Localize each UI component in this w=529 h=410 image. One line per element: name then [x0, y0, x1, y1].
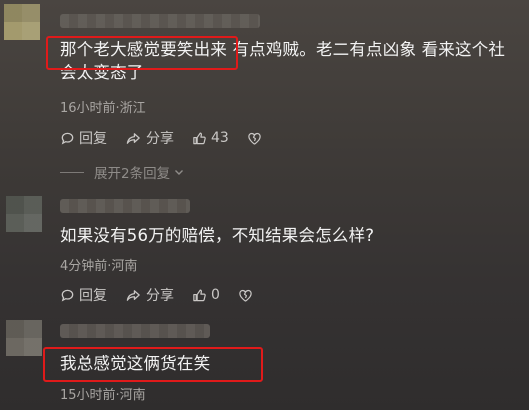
- broken-heart-icon: [248, 132, 261, 145]
- expand-replies-label: 展开2条回复: [94, 166, 171, 182]
- comment-text: 如果没有56万的赔偿，不知结果会怎么样?: [60, 226, 375, 245]
- share-label: 分享: [146, 131, 174, 147]
- share-button[interactable]: 分享: [125, 285, 174, 305]
- avatar[interactable]: [6, 320, 42, 356]
- avatar[interactable]: [4, 4, 40, 40]
- like-button[interactable]: 0: [192, 287, 220, 303]
- comment-meta: 15小时前·河南: [60, 388, 146, 403]
- share-arrow-icon: [126, 132, 140, 144]
- highlight-box: [46, 36, 238, 70]
- dislike-button[interactable]: [238, 288, 257, 303]
- divider-line: [60, 171, 84, 173]
- like-button[interactable]: 43: [192, 130, 229, 146]
- comment-actions: 回复 分享 43: [60, 128, 284, 148]
- dislike-button[interactable]: [247, 131, 266, 146]
- comment-bubble-icon: [61, 289, 74, 301]
- reply-button[interactable]: 回复: [60, 128, 107, 148]
- thumbs-up-icon: [193, 289, 206, 301]
- comment-meta: 16小时前·浙江: [60, 101, 146, 116]
- share-button[interactable]: 分享: [125, 128, 174, 148]
- broken-heart-icon: [239, 289, 252, 302]
- expand-replies[interactable]: 展开2条回复: [60, 162, 185, 182]
- like-count: 43: [211, 130, 229, 146]
- reply-button[interactable]: 回复: [60, 285, 107, 305]
- comment-actions: 回复 分享 0: [60, 285, 275, 305]
- share-arrow-icon: [126, 289, 140, 301]
- comment-bubble-icon: [61, 132, 74, 144]
- share-label: 分享: [146, 288, 174, 304]
- comment-feed: { "comments": [ { "text_line1": "那个老大感觉要…: [0, 0, 529, 410]
- avatar[interactable]: [6, 196, 42, 232]
- like-count: 0: [211, 287, 220, 303]
- thumbs-up-icon: [193, 132, 206, 144]
- comment-meta: 4分钟前·河南: [60, 259, 138, 274]
- username-blurred[interactable]: [60, 14, 260, 28]
- chevron-down-icon: [175, 170, 184, 175]
- reply-label: 回复: [79, 288, 107, 304]
- reply-label: 回复: [79, 131, 107, 147]
- username-blurred[interactable]: [60, 324, 210, 338]
- username-blurred[interactable]: [60, 199, 190, 213]
- highlight-box: [43, 347, 263, 382]
